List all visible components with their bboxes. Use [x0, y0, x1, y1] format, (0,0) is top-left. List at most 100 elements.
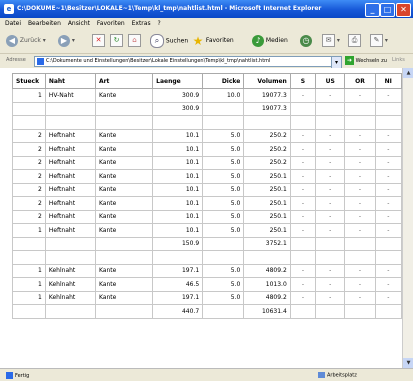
table-cell	[289, 304, 317, 319]
header-laenge: Laenge	[152, 73, 204, 89]
refresh-button[interactable]: ↻	[110, 34, 123, 48]
mail-button[interactable]: ✉ ▾	[322, 34, 340, 48]
links-button[interactable]: Links	[392, 57, 405, 63]
table-cell: Kante	[94, 263, 154, 278]
home-button[interactable]: ⌂	[128, 34, 141, 48]
menu-extras[interactable]: Extras	[132, 18, 151, 29]
maximize-button[interactable]: □	[380, 3, 395, 17]
table-cell: 10631.4	[243, 304, 291, 319]
table-cell	[94, 101, 154, 116]
back-button[interactable]: ◀ Zurück ▾	[6, 34, 46, 48]
table-cell: -	[344, 209, 376, 224]
table-cell	[12, 250, 46, 265]
table-cell: -	[315, 263, 346, 278]
table-cell: Kante	[94, 196, 154, 211]
table-cell: 300.9	[152, 101, 204, 116]
table-cell: -	[289, 263, 317, 278]
table-row: 1 Heftnaht Kante 10.1 5.0 250.1- - - -	[12, 223, 402, 238]
minimize-button[interactable]: _	[365, 3, 380, 17]
media-button[interactable]: ♪ Medien	[252, 34, 288, 48]
media-label: Medien	[265, 37, 288, 44]
media-icon: ♪	[252, 34, 264, 47]
table-cell: 2	[12, 128, 46, 143]
table-cell: 4809.2	[243, 263, 291, 278]
star-icon: ★	[192, 33, 204, 48]
edit-button[interactable]: ✎ ▾	[370, 34, 388, 48]
weld-list-table: Stueck Naht Art Laenge Dicke Volumen S U…	[12, 73, 402, 319]
table-cell: -	[344, 169, 376, 184]
table-cell: -	[289, 290, 317, 305]
table-cell	[344, 236, 376, 251]
table-cell: Kante	[94, 223, 154, 238]
table-cell: 2	[12, 169, 46, 184]
table-cell: 2	[12, 196, 46, 211]
table-cell: 5.0	[202, 182, 245, 197]
header-or: OR	[344, 73, 376, 89]
table-cell: 250.1	[243, 223, 291, 238]
history-button[interactable]: ◷	[300, 34, 312, 48]
table-row: 2 Heftnaht Kante 10.1 5.0 250.1- - - -	[12, 196, 402, 211]
table-cell: Heftnaht	[44, 142, 96, 157]
menu-bearbeiten[interactable]: Bearbeiten	[28, 18, 61, 29]
table-row: 1 Kehlnaht Kante 197.1 5.0 4809.2- - - -	[12, 263, 402, 278]
table-row: 300.9 19077.3	[12, 101, 402, 116]
menu-help[interactable]: ?	[158, 18, 161, 29]
table-cell: -	[344, 223, 376, 238]
status-text: Fertig	[15, 373, 30, 379]
forward-button[interactable]: ▶ ▾	[58, 34, 75, 48]
table-cell: 2	[12, 209, 46, 224]
table-row: 1 Kehlnaht Kante 46.5 5.0 1013.0- - - -	[12, 277, 402, 292]
scroll-up-icon[interactable]: ▲	[403, 68, 413, 78]
table-cell: 19077.3	[243, 88, 291, 103]
header-stueck: Stueck	[12, 73, 46, 89]
menu-ansicht[interactable]: Ansicht	[68, 18, 90, 29]
table-cell: 10.1	[152, 169, 204, 184]
table-cell	[152, 115, 204, 130]
menu-datei[interactable]: Datei	[5, 18, 21, 29]
address-value: C:\Dokumente und Einstellungen\Besitzer\…	[46, 58, 271, 64]
vertical-scrollbar[interactable]: ▲ ▼	[402, 68, 413, 368]
table-cell	[289, 236, 317, 251]
close-button[interactable]: ✕	[396, 3, 411, 17]
status-left: Fertig	[6, 372, 29, 379]
table-cell: 10.1	[152, 128, 204, 143]
table-cell: 10.1	[152, 223, 204, 238]
table-cell	[202, 250, 245, 265]
table-row	[12, 115, 402, 130]
menu-favoriten[interactable]: Favoriten	[97, 18, 125, 29]
table-cell: Kante	[94, 142, 154, 157]
table-cell: 10.1	[152, 182, 204, 197]
address-input[interactable]: C:\Dokumente und Einstellungen\Besitzer\…	[34, 56, 332, 67]
table-row: 440.7 10631.4	[12, 304, 402, 319]
forward-arrow-icon: ▶	[58, 34, 70, 47]
table-cell: 5.0	[202, 277, 245, 292]
table-cell	[289, 250, 317, 265]
stop-button[interactable]: ✕	[92, 34, 105, 48]
table-cell: Heftnaht	[44, 209, 96, 224]
table-cell	[374, 304, 402, 319]
table-cell: -	[344, 155, 376, 170]
table-cell	[44, 250, 96, 265]
table-cell: 46.5	[152, 277, 204, 292]
table-cell	[12, 115, 46, 130]
search-button[interactable]: ⌕ Suchen	[150, 34, 188, 48]
header-volumen: Volumen	[243, 73, 291, 89]
edit-icon: ✎	[370, 34, 383, 47]
table-cell	[44, 115, 96, 130]
table-cell: 5.0	[202, 263, 245, 278]
table-cell: 5.0	[202, 169, 245, 184]
table-cell: -	[374, 169, 402, 184]
go-button[interactable]: ➜ Wechseln zu	[345, 56, 387, 66]
print-button[interactable]: ⎙	[348, 34, 361, 48]
table-cell: Heftnaht	[44, 223, 96, 238]
table-cell: -	[374, 223, 402, 238]
favorites-button[interactable]: ★ Favoriten	[192, 34, 234, 48]
table-cell: -	[374, 155, 402, 170]
table-cell: -	[289, 155, 317, 170]
scroll-down-icon[interactable]: ▼	[403, 358, 413, 368]
history-icon: ◷	[300, 34, 312, 47]
back-arrow-icon: ◀	[6, 34, 18, 47]
table-cell	[44, 304, 96, 319]
table-cell: -	[374, 263, 402, 278]
table-cell: 440.7	[152, 304, 204, 319]
